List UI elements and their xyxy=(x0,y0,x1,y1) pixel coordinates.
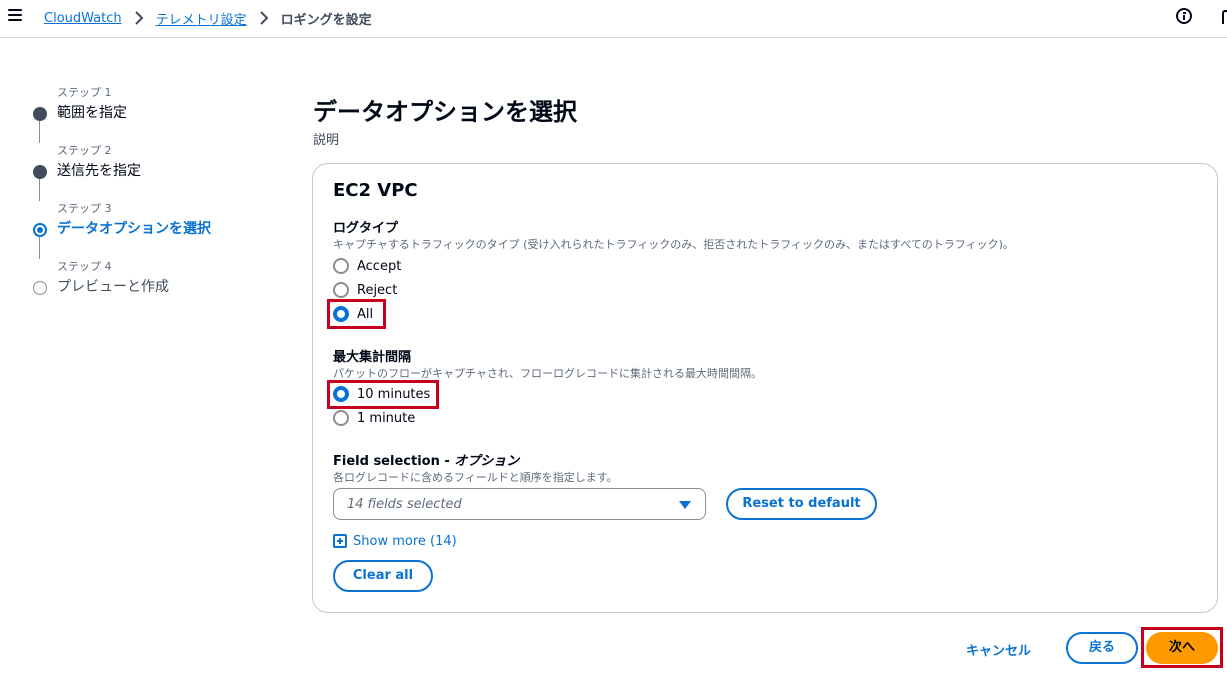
chevron-right-icon xyxy=(122,11,156,26)
step-completed-icon xyxy=(33,107,47,121)
clear-all-button[interactable]: Clear all xyxy=(333,560,433,592)
breadcrumb-link-cloudwatch[interactable]: CloudWatch xyxy=(44,11,122,26)
fields-select[interactable]: 14 fields selected xyxy=(333,488,706,520)
container-title: EC2 VPC xyxy=(333,180,418,201)
step-title: 範囲を指定 xyxy=(57,105,127,121)
step-pending-icon xyxy=(33,281,47,295)
step-number: ステップ 4 xyxy=(57,260,112,273)
radio-label: All xyxy=(357,306,374,322)
step-number: ステップ 2 xyxy=(57,144,112,157)
wizard-step-1[interactable]: ステップ 1 範囲を指定 xyxy=(32,84,282,128)
step-title: プレビューと作成 xyxy=(57,279,169,295)
field-selection-label-text: Field selection - xyxy=(333,454,455,469)
aggregation-interval-description: パケットのフローがキャプチャされ、フローログレコードに集計される最大時間間隔。 xyxy=(333,367,762,380)
radio-label: 10 minutes xyxy=(357,386,431,402)
radio-label: 1 minute xyxy=(357,410,416,426)
radio-label: Reject xyxy=(357,282,398,298)
step-number: ステップ 1 xyxy=(57,86,112,99)
menu-icon[interactable] xyxy=(8,9,22,23)
breadcrumb: CloudWatch テレメトリ設定 ロギングを設定 xyxy=(44,8,372,28)
log-type-label: ログタイプ xyxy=(333,221,399,236)
breadcrumb-current: ロギングを設定 xyxy=(280,12,372,28)
radio-label: Accept xyxy=(357,258,402,274)
panel-toggle-icon[interactable] xyxy=(1222,10,1227,24)
radio-1-minute[interactable]: 1 minute xyxy=(333,408,415,428)
radio-unchecked-icon xyxy=(333,258,349,274)
optional-tag: オプション xyxy=(454,454,520,469)
cancel-button[interactable]: キャンセル xyxy=(966,640,1031,659)
step-title: データオプションを選択 xyxy=(57,221,211,237)
reset-to-default-button[interactable]: Reset to default xyxy=(726,488,877,520)
step-completed-icon xyxy=(33,165,47,179)
show-more-link[interactable]: Show more (14) xyxy=(333,532,457,550)
wizard-step-4: ステップ 4 プレビューと作成 xyxy=(32,258,282,302)
log-type-description: キャプチャするトラフィックのタイプ (受け入れられたトラフィックのみ、拒否された… xyxy=(333,238,1014,251)
page-title: データオプションを選択 xyxy=(313,98,577,126)
next-button[interactable]: 次へ xyxy=(1146,632,1218,664)
back-button[interactable]: 戻る xyxy=(1066,632,1138,664)
radio-unchecked-icon xyxy=(333,282,349,298)
field-selection-label: Field selection - オプション xyxy=(333,450,519,469)
step-number: ステップ 3 xyxy=(57,202,112,215)
radio-unchecked-icon xyxy=(333,410,349,426)
expand-plus-icon xyxy=(333,534,347,548)
ec2-vpc-container: EC2 VPC ログタイプ キャプチャするトラフィックのタイプ (受け入れられた… xyxy=(312,163,1218,613)
page-description: 説明 xyxy=(313,133,340,148)
step-title: 送信先を指定 xyxy=(57,163,141,179)
radio-accept[interactable]: Accept xyxy=(333,256,401,276)
radio-checked-icon xyxy=(333,306,349,322)
radio-checked-icon xyxy=(333,386,349,402)
radio-reject[interactable]: Reject xyxy=(333,280,397,300)
radio-all[interactable]: All xyxy=(333,304,373,324)
top-navigation-bar: CloudWatch テレメトリ設定 ロギングを設定 xyxy=(0,0,1227,38)
radio-10-minutes[interactable]: 10 minutes xyxy=(333,384,430,404)
field-selection-description: 各ログレコードに含めるフィールドと順序を指定します。 xyxy=(333,471,618,484)
select-value: 14 fields selected xyxy=(347,497,462,512)
breadcrumb-link-telemetry-settings[interactable]: テレメトリ設定 xyxy=(156,9,247,28)
aggregation-interval-label: 最大集計間隔 xyxy=(333,350,412,365)
info-icon[interactable] xyxy=(1176,8,1192,24)
wizard-step-2[interactable]: ステップ 2 送信先を指定 xyxy=(32,142,282,186)
wizard-step-3: ステップ 3 データオプションを選択 xyxy=(32,200,282,244)
chevron-right-icon xyxy=(247,11,281,26)
caret-down-icon xyxy=(679,501,691,509)
step-active-icon xyxy=(33,223,47,237)
show-more-label: Show more (14) xyxy=(353,533,457,549)
